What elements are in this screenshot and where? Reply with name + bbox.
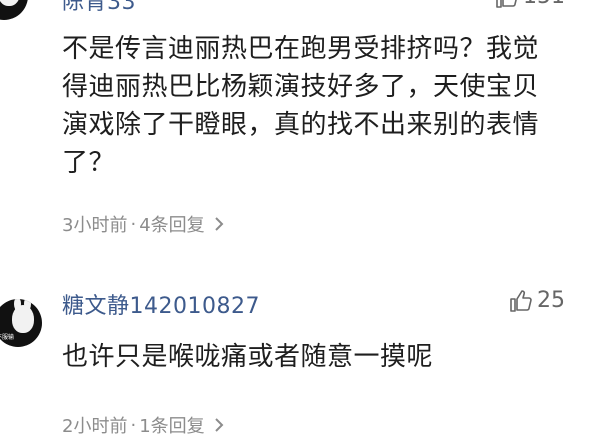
thumbs-up-icon [496, 0, 517, 8]
username-link[interactable]: 陈青33 [62, 0, 136, 16]
avatar-image [12, 305, 34, 333]
avatar[interactable]: 不服输 [0, 299, 42, 347]
thumbs-up-icon [510, 289, 532, 312]
comment-item: 陈青33 151 不是传言迪丽热巴在跑男受排挤吗？我觉得迪丽热巴比杨颖演技好多了… [0, 0, 595, 275]
chevron-right-icon[interactable] [213, 417, 225, 433]
avatar-tag: 不服输 [0, 334, 15, 341]
meta-separator: · [130, 213, 137, 235]
comment-meta: 2小时前 · 1条回复 [62, 412, 225, 438]
reply-count-link[interactable]: 4条回复 [139, 211, 204, 237]
avatar[interactable] [0, 0, 28, 20]
like-count: 25 [537, 288, 565, 313]
comment-time: 2小时前 [62, 416, 128, 437]
like-button[interactable]: 25 [509, 288, 565, 313]
meta-separator: · [130, 414, 137, 436]
comment-meta: 3小时前 · 4条回复 [62, 211, 225, 237]
username-link[interactable]: 糖文静142010827 [62, 288, 260, 320]
avatar-image [0, 0, 20, 6]
like-count: 151 [523, 0, 565, 9]
comment-text: 不是传言迪丽热巴在跑男受排挤吗？我觉得迪丽热巴比杨颖演技好多了，天使宝贝演戏除了… [62, 34, 540, 178]
like-button[interactable]: 151 [495, 0, 565, 9]
comment-item: 不服输 糖文静142010827 25 也许只是喉咙痛或者随意一摸呢 2小时前 … [0, 275, 595, 437]
comment-time: 3小时前 [62, 215, 128, 236]
chevron-right-icon[interactable] [213, 216, 225, 232]
reply-count-link[interactable]: 1条回复 [139, 412, 204, 438]
comment-text: 也许只是喉咙痛或者随意一摸呢 [62, 342, 434, 372]
